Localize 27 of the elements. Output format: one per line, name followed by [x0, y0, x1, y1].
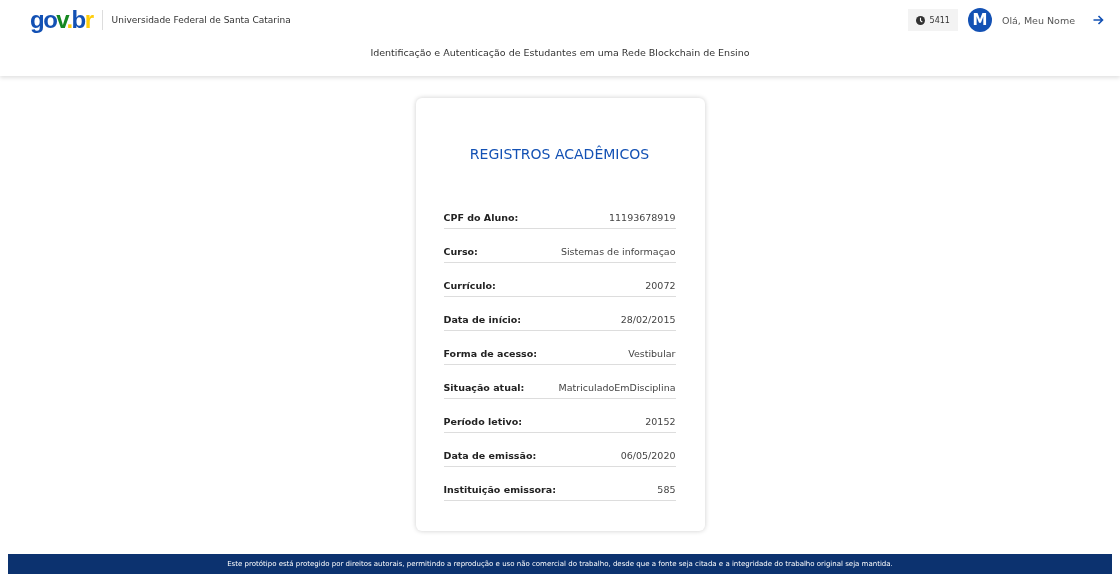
field-value: 20072 [645, 280, 676, 291]
field-value: 585 [657, 484, 676, 495]
field-value: MatriculadoEmDisciplina [558, 382, 676, 393]
field-label: Data de início: [443, 314, 522, 325]
avatar[interactable]: M [967, 8, 992, 32]
field-value: 20152 [645, 416, 676, 427]
field-label: Curso: [443, 246, 478, 257]
field-value: Sistemas de informaçao [560, 246, 676, 257]
field-label: Currículo: [443, 280, 496, 291]
field-value: 28/02/2015 [620, 314, 676, 325]
institution-name: Universidade Federal de Santa Catarina [111, 15, 291, 25]
field-label: Instituição emissora: [443, 484, 556, 495]
field-value: 11193678919 [609, 212, 676, 223]
field-value: Vestibular [628, 348, 676, 359]
timer-text: 5411 [929, 15, 950, 25]
card-title: REGISTROS ACADÊMICOS [468, 146, 651, 162]
clock-icon [915, 15, 925, 25]
page-subtitle: Identificação e Autenticação de Estudantes em uma Rede Blockchain de Ensino [369, 47, 751, 58]
field-label: Período letivo: [443, 416, 523, 427]
field-label: Data de emissão: [443, 450, 537, 461]
field-label: CPF do Aluno: [443, 212, 519, 223]
field-value: 06/05/2020 [620, 450, 676, 461]
logo[interactable]: gov.br [30, 8, 93, 32]
user-greeting[interactable]: Olá, Meu Nome [1001, 14, 1075, 26]
field-label: Forma de acesso: [443, 348, 538, 359]
field-label: Situação atual: [443, 382, 525, 393]
logout-arrow-icon[interactable] [1093, 15, 1104, 25]
